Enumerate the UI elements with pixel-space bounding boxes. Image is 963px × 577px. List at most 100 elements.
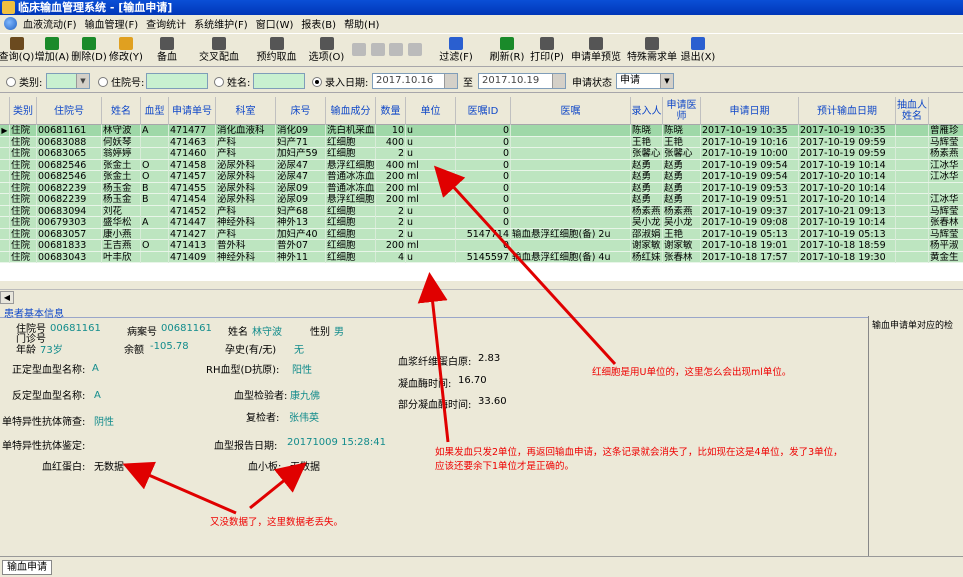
table-cell[interactable]: 471477 xyxy=(169,125,216,136)
table-cell[interactable]: 杨平淑 xyxy=(929,240,963,251)
table-cell[interactable]: 00682546 xyxy=(37,159,102,171)
table-cell[interactable] xyxy=(511,205,631,217)
table-row[interactable]: ▶ 住院 00681161 林守波 A 471477 消化血液科 消化09 洗白机采血 10 u 0 陈… xyxy=(0,125,963,137)
name-radio[interactable]: 姓名: xyxy=(214,74,250,89)
table-cell[interactable]: 2017-10-19 09:59 xyxy=(799,136,896,148)
table-cell[interactable]: 赵勇 xyxy=(663,171,701,182)
table-cell[interactable]: 0 xyxy=(456,182,511,194)
date-radio[interactable]: 录入日期: xyxy=(312,74,368,89)
table-cell[interactable]: ml xyxy=(406,182,456,194)
table-cell[interactable]: 2017-10-19 09:59 xyxy=(799,148,896,159)
grid-col-header[interactable]: 输血成分 xyxy=(326,97,376,125)
horizontal-scrollbar[interactable]: ◀ xyxy=(0,289,963,304)
table-cell[interactable]: 2017-10-20 10:14 xyxy=(799,194,896,205)
table-cell[interactable]: 江冰华 xyxy=(929,171,963,182)
table-cell[interactable]: 马辉莹 xyxy=(929,137,963,148)
table-cell[interactable]: 4 xyxy=(376,251,406,263)
grid-col-header[interactable]: 类别 xyxy=(10,97,37,125)
table-cell[interactable]: 200 xyxy=(376,194,406,205)
table-cell[interactable]: 2017-10-19 10:14 xyxy=(799,159,896,171)
table-cell[interactable] xyxy=(896,136,929,148)
table-cell[interactable]: 普外07 xyxy=(276,240,326,251)
table-cell[interactable]: 谢家敏 xyxy=(663,240,701,251)
table-cell[interactable]: 00683057 xyxy=(37,228,102,240)
table-cell[interactable]: 盛华松 xyxy=(102,217,141,228)
menu-query-stats[interactable]: 查询统计 xyxy=(144,16,192,31)
chevron-down-icon[interactable]: ▼ xyxy=(660,74,673,88)
table-cell[interactable]: 住院 xyxy=(10,228,37,240)
toolbar-button-blood-prep[interactable]: 备血 xyxy=(145,34,189,67)
table-cell[interactable]: 赵勇 xyxy=(631,194,663,205)
grid-col-header[interactable]: 数量 xyxy=(376,97,406,125)
table-cell[interactable]: 何妖琴 xyxy=(102,136,141,148)
table-cell[interactable]: 2017-10-18 19:01 xyxy=(701,240,799,251)
table-cell[interactable]: 2017-10-19 10:16 xyxy=(701,136,799,148)
table-cell[interactable]: u xyxy=(406,148,456,159)
table-cell[interactable]: 400 xyxy=(376,159,406,171)
table-cell[interactable]: 马辉莹 xyxy=(929,206,963,217)
app-menu-icon[interactable] xyxy=(4,17,17,30)
table-cell[interactable]: 输血悬浮红细胞(备) 2u xyxy=(511,228,631,240)
table-cell[interactable]: 江冰华 xyxy=(929,160,963,171)
table-cell[interactable]: 471457 xyxy=(169,171,216,182)
table-cell[interactable]: 2017-10-19 09:54 xyxy=(701,171,799,182)
table-cell[interactable]: 消化09 xyxy=(276,125,326,136)
table-cell[interactable]: u xyxy=(406,125,456,136)
table-cell[interactable] xyxy=(141,148,169,159)
table-cell[interactable]: 吴小龙 xyxy=(663,217,701,228)
table-cell[interactable]: 0 xyxy=(456,194,511,205)
table-row[interactable]: 住院 00682546 张金土 O 471458 泌尿外科 泌尿47 悬浮红细胞 400 ml 0 赵… xyxy=(0,159,963,171)
grid-col-header[interactable]: 医嘱ID xyxy=(456,97,511,125)
table-cell[interactable]: 陈晓 xyxy=(631,125,663,136)
table-cell[interactable]: 吴小龙 xyxy=(631,217,663,228)
table-cell[interactable]: 00683065 xyxy=(37,148,102,159)
table-cell[interactable]: 张金土 xyxy=(102,159,141,171)
table-cell[interactable]: 叶丰欣 xyxy=(102,251,141,263)
menu-blood-flow[interactable]: 血液流动(F) xyxy=(21,16,83,31)
table-cell[interactable]: A xyxy=(141,125,169,136)
table-cell[interactable] xyxy=(511,217,631,228)
toolbar-button-print[interactable]: 打印(P) xyxy=(527,34,567,67)
table-cell[interactable]: 471460 xyxy=(169,148,216,159)
table-cell[interactable]: 康小燕 xyxy=(102,228,141,240)
row-pointer-icon[interactable]: ▶ xyxy=(0,125,10,136)
table-cell[interactable]: 产科 xyxy=(216,205,276,217)
table-cell[interactable] xyxy=(511,182,631,194)
category-select[interactable]: ▼ xyxy=(46,73,90,89)
table-cell[interactable]: 赵勇 xyxy=(663,159,701,171)
row-selector[interactable] xyxy=(0,194,10,205)
grid-col-header[interactable]: 科室 xyxy=(216,97,276,125)
table-cell[interactable]: 471454 xyxy=(169,194,216,205)
table-cell[interactable]: 00679303 xyxy=(37,217,102,228)
table-cell[interactable]: 泌尿外科 xyxy=(216,171,276,182)
table-cell[interactable]: 杨红妹 xyxy=(631,251,663,263)
row-selector[interactable] xyxy=(0,240,10,251)
table-cell[interactable]: 邵淑娟 xyxy=(631,228,663,240)
table-cell[interactable] xyxy=(511,148,631,159)
table-cell[interactable]: 赵勇 xyxy=(631,159,663,171)
table-row[interactable]: 住院 00682239 杨玉金 B 471454 泌尿外科 泌尿09 悬浮红细胞 200 ml 0 赵… xyxy=(0,194,963,206)
table-cell[interactable]: 王吉燕 xyxy=(102,240,141,251)
table-cell[interactable]: 住院 xyxy=(10,171,37,182)
table-cell[interactable]: 杨素燕 xyxy=(631,205,663,217)
table-cell[interactable] xyxy=(896,240,929,251)
table-cell[interactable]: 住院 xyxy=(10,205,37,217)
table-cell[interactable]: 王艳 xyxy=(631,136,663,148)
table-cell[interactable]: u xyxy=(406,136,456,148)
table-cell[interactable]: 赵勇 xyxy=(663,194,701,205)
table-cell[interactable]: 2017-10-19 09:37 xyxy=(701,205,799,217)
table-row[interactable]: 住院 00683057 康小燕 471427 产科 加妇产40 红细胞 2 u 5147714 输血… xyxy=(0,228,963,240)
table-cell[interactable]: O xyxy=(141,240,169,251)
category-radio[interactable]: 类别: xyxy=(6,74,42,89)
row-selector[interactable] xyxy=(0,217,10,228)
toolbar-button-refresh[interactable]: 刷新(R) xyxy=(487,34,527,67)
table-cell[interactable]: 泌尿外科 xyxy=(216,194,276,205)
table-cell[interactable]: 2017-10-19 09:53 xyxy=(701,182,799,194)
table-cell[interactable]: 2017-10-19 09:51 xyxy=(701,194,799,205)
table-cell[interactable]: 2017-10-21 09:13 xyxy=(799,205,896,217)
grid-col-header[interactable]: 预计输血日期 xyxy=(799,97,896,125)
table-cell[interactable]: 红细胞 xyxy=(326,217,376,228)
table-cell[interactable]: 10 xyxy=(376,125,406,136)
table-cell[interactable] xyxy=(141,251,169,263)
table-cell[interactable]: 马辉莹 xyxy=(929,229,963,240)
